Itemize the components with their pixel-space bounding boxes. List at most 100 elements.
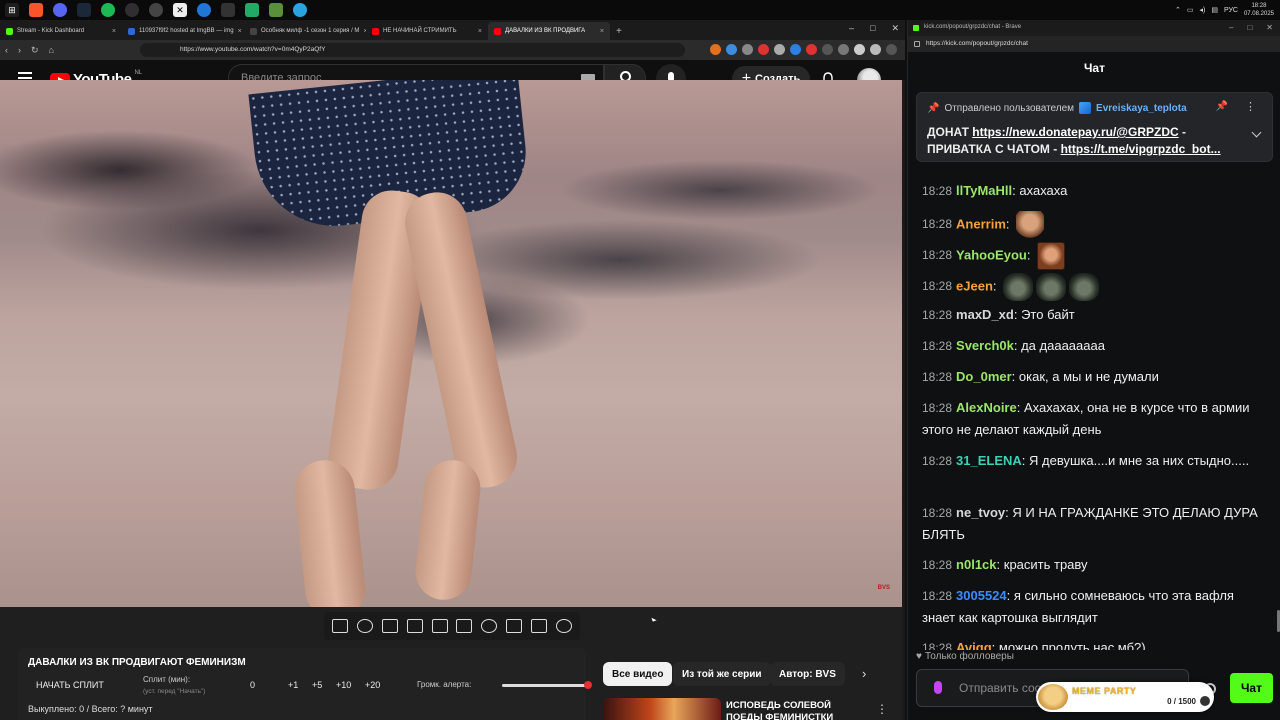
forward-icon[interactable]: › bbox=[18, 45, 21, 55]
telegram-link[interactable]: https://t.me/vipgrpzdc_bot... bbox=[1061, 142, 1221, 156]
extension-icon[interactable] bbox=[790, 44, 801, 55]
chat-message-user[interactable]: Sverch0k bbox=[956, 338, 1014, 353]
brave-icon[interactable] bbox=[29, 3, 43, 17]
extension-icon[interactable] bbox=[710, 44, 721, 55]
spotify-icon[interactable] bbox=[101, 3, 115, 17]
recommendation-thumbnail[interactable] bbox=[603, 698, 721, 720]
back-icon[interactable]: ‹ bbox=[5, 45, 8, 55]
emote-icon[interactable] bbox=[1036, 273, 1067, 301]
monitor-icon[interactable]: ▭ bbox=[1187, 6, 1194, 14]
reload-icon[interactable]: ↻ bbox=[31, 45, 39, 56]
minimize-icon[interactable]: – bbox=[849, 23, 854, 34]
language-indicator[interactable]: РУС bbox=[1224, 7, 1238, 14]
telegram-icon[interactable] bbox=[293, 3, 307, 17]
minimize-icon[interactable]: – bbox=[1229, 23, 1233, 32]
chat-message-user[interactable]: Anerrim bbox=[956, 216, 1006, 231]
recommendation-title[interactable]: ИСПОВЕДЬ СОЛЕВОЙ ПОЕДЫ ФЕМИНИСТКИ bbox=[726, 700, 856, 720]
pinned-message[interactable]: 📌 Отправлено пользователем Evreiskaya_te… bbox=[916, 92, 1273, 162]
clock[interactable]: 18:28 07.08.2025 bbox=[1244, 2, 1274, 18]
alert-volume-slider[interactable] bbox=[502, 681, 593, 689]
increment-5-button[interactable]: +5 bbox=[312, 680, 322, 690]
tab-close-icon[interactable]: × bbox=[600, 28, 604, 35]
increment-1-button[interactable]: +1 bbox=[288, 680, 298, 690]
microphone-icon[interactable] bbox=[934, 681, 942, 694]
new-tab-button[interactable]: + bbox=[610, 22, 628, 40]
extension-icon[interactable] bbox=[774, 44, 785, 55]
app-icon[interactable]: ✕ bbox=[173, 3, 187, 17]
chip-same-series[interactable]: Из той же серии bbox=[673, 662, 771, 686]
chat-message-user[interactable]: 31_ELENA bbox=[956, 453, 1022, 468]
chip-author[interactable]: Автор: BVS bbox=[770, 662, 845, 686]
chevron-up-icon[interactable]: ⌃ bbox=[1175, 6, 1181, 14]
donate-link[interactable]: https://new.donatepay.ru/@GRPZDC bbox=[972, 125, 1178, 139]
chip-all-videos[interactable]: Все видео bbox=[603, 662, 673, 686]
minecraft-icon[interactable] bbox=[269, 3, 283, 17]
kick-url-bar[interactable]: https://kick.com/popout/grpzdc/chat bbox=[908, 36, 1280, 52]
maximize-icon[interactable]: □ bbox=[870, 23, 875, 34]
volume-icon[interactable]: ◂) bbox=[1199, 6, 1205, 14]
video-player[interactable]: BVS bbox=[0, 80, 902, 607]
start-split-button[interactable]: НАЧАТЬ СПЛИТ bbox=[36, 680, 104, 690]
tab-imgbb[interactable]: 110937f9f2 hosted at ImgBB — img × bbox=[122, 22, 244, 40]
chat-message-user[interactable]: Aviqq bbox=[956, 640, 992, 650]
send-chat-button[interactable]: Чат bbox=[1230, 673, 1273, 703]
chat-message-user[interactable]: llTyMaHll bbox=[956, 183, 1012, 198]
obs-icon[interactable] bbox=[125, 3, 139, 17]
emote-icon[interactable] bbox=[1016, 211, 1045, 239]
folder-icon[interactable] bbox=[221, 3, 235, 17]
settings-icon[interactable] bbox=[555, 619, 572, 633]
split-minutes-value[interactable]: 0 bbox=[250, 680, 255, 690]
steam-icon[interactable] bbox=[77, 3, 91, 17]
picture-in-picture-icon[interactable] bbox=[431, 619, 448, 633]
chat-message-user[interactable]: maxD_xd bbox=[956, 307, 1014, 322]
emote-icon[interactable] bbox=[1003, 273, 1034, 301]
chrome-icon[interactable] bbox=[149, 3, 163, 17]
speed-icon[interactable] bbox=[481, 619, 498, 633]
pinned-user[interactable]: Evreiskaya_teplota bbox=[1096, 103, 1187, 114]
discord-icon[interactable] bbox=[53, 3, 67, 17]
chat-message-user[interactable]: ne_tvoy bbox=[956, 505, 1005, 520]
tab-close-icon[interactable]: × bbox=[112, 28, 116, 35]
chevron-right-icon[interactable]: › bbox=[862, 666, 866, 681]
extension-icon[interactable] bbox=[806, 44, 817, 55]
menu-icon[interactable] bbox=[886, 44, 897, 55]
tab-youtube-1[interactable]: НЕ НАЧИНАЙ СТРИМИТЬ × bbox=[366, 22, 488, 40]
home-icon[interactable]: ⌂ bbox=[49, 45, 54, 55]
chevron-down-icon[interactable] bbox=[1251, 127, 1262, 138]
extension-icon[interactable] bbox=[742, 44, 753, 55]
clapper-icon[interactable] bbox=[406, 619, 423, 633]
chat-message-user[interactable]: n0l1ck bbox=[956, 557, 996, 572]
chat-message-user[interactable]: 3005524 bbox=[956, 588, 1007, 603]
unpin-icon[interactable]: 📌 bbox=[1216, 101, 1228, 112]
emote-icon[interactable] bbox=[1037, 242, 1066, 270]
extension-icon[interactable] bbox=[838, 44, 849, 55]
tab-close-icon[interactable]: × bbox=[238, 28, 242, 35]
chat-message-user[interactable]: Do_0mer bbox=[956, 369, 1012, 384]
increment-10-button[interactable]: +10 bbox=[336, 680, 351, 690]
page-scrollbar[interactable] bbox=[902, 80, 905, 720]
tab-series[interactable]: Особняк милф -1 сезон 1 серия / М × bbox=[244, 22, 366, 40]
extension-icon[interactable] bbox=[726, 44, 737, 55]
network-icon[interactable]: ▤ bbox=[1211, 6, 1218, 14]
close-icon[interactable]: ✕ bbox=[1266, 23, 1273, 32]
more-options-icon[interactable]: ⋮ bbox=[1245, 100, 1256, 113]
add-icon[interactable] bbox=[505, 619, 522, 633]
extension-icon[interactable] bbox=[822, 44, 833, 55]
profile-icon[interactable] bbox=[870, 44, 881, 55]
emote-icon[interactable] bbox=[1069, 273, 1100, 301]
explorer-icon[interactable] bbox=[245, 3, 259, 17]
chat-message-user[interactable]: AlexNoire bbox=[956, 400, 1017, 415]
more-options-icon[interactable]: ⋮ bbox=[876, 702, 888, 716]
tab-youtube-active[interactable]: ДАВАЛКИ ИЗ ВК ПРОДВИГА × bbox=[488, 22, 610, 40]
loop-icon[interactable] bbox=[332, 619, 349, 633]
url-field[interactable]: https://www.youtube.com/watch?v=0m4QyP2a… bbox=[140, 43, 685, 57]
tab-close-icon[interactable]: × bbox=[478, 28, 482, 35]
bluetooth-icon[interactable] bbox=[197, 3, 211, 17]
chat-message-user[interactable]: YahooEyou bbox=[956, 247, 1027, 262]
increment-20-button[interactable]: +20 bbox=[365, 680, 380, 690]
screenshot-icon[interactable] bbox=[530, 619, 547, 633]
extension-icon[interactable] bbox=[758, 44, 769, 55]
extension-icon[interactable] bbox=[854, 44, 865, 55]
windows-icon[interactable]: ⊞ bbox=[5, 3, 19, 17]
playlist-icon[interactable] bbox=[381, 619, 398, 633]
